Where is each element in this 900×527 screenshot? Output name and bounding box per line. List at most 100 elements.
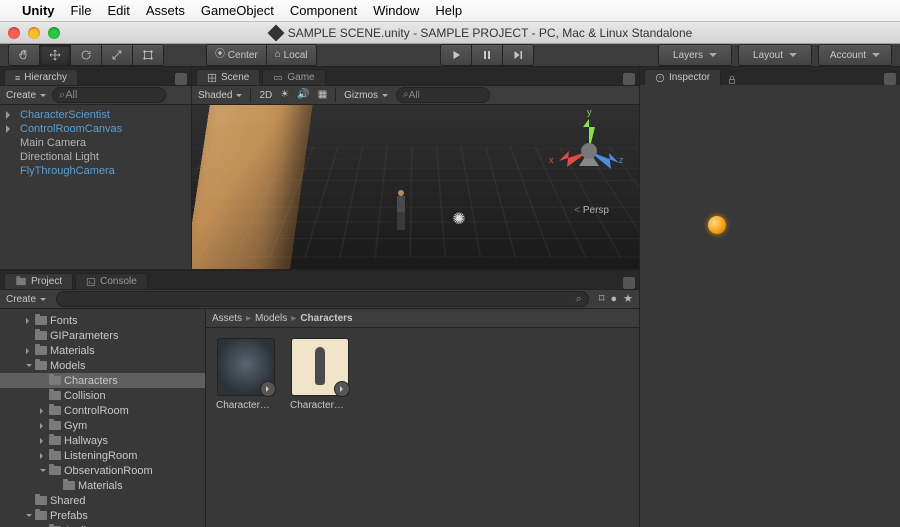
expand-arrow-icon[interactable]: [26, 348, 32, 354]
menu-window[interactable]: Window: [373, 3, 419, 18]
expand-arrow-icon[interactable]: [6, 111, 14, 119]
hierarchy-item[interactable]: FlyThroughCamera: [6, 164, 185, 178]
expand-arrow-icon[interactable]: [40, 469, 46, 475]
menu-unity[interactable]: Unity: [22, 3, 55, 18]
tab-scene-label: Scene: [221, 72, 249, 83]
expand-arrow-icon[interactable]: [26, 514, 32, 520]
menu-gameobject[interactable]: GameObject: [201, 3, 274, 18]
project-tree-item-label: Fonts: [50, 315, 78, 327]
menu-help[interactable]: Help: [435, 3, 462, 18]
breadcrumb-item[interactable]: Characters: [300, 313, 352, 324]
scene-gizmos-dropdown[interactable]: Gizmos: [344, 90, 388, 101]
menu-component[interactable]: Component: [290, 3, 357, 18]
scene-panel: Scene Game Shaded 2D ☀ 🔊 ▦ Gizmos ⌕All: [192, 67, 639, 269]
orientation-gizmo[interactable]: y x z: [549, 111, 629, 191]
hierarchy-item[interactable]: Main Camera: [6, 136, 185, 150]
hierarchy-item[interactable]: Directional Light: [6, 150, 185, 164]
move-tool-button[interactable]: [39, 44, 70, 66]
expand-arrow-icon[interactable]: [40, 423, 46, 429]
menu-file[interactable]: File: [71, 3, 92, 18]
tab-game[interactable]: Game: [262, 69, 325, 85]
lock-icon[interactable]: [727, 75, 737, 85]
menu-assets[interactable]: Assets: [146, 3, 185, 18]
hierarchy-item[interactable]: ControlRoomCanvas: [6, 122, 185, 136]
scene-shading-dropdown[interactable]: Shaded: [198, 90, 242, 101]
project-tree-item[interactable]: Collision: [0, 388, 205, 403]
panel-menu-icon[interactable]: [175, 73, 187, 85]
scene-fx-toggle[interactable]: ▦: [318, 90, 327, 100]
folder-icon: [49, 466, 61, 475]
favorite-icon[interactable]: ★: [623, 294, 633, 305]
tab-inspector[interactable]: Inspector: [644, 69, 721, 85]
minimize-window-button[interactable]: [28, 27, 40, 39]
asset-play-icon[interactable]: [260, 381, 276, 397]
breadcrumb-item[interactable]: Models: [255, 313, 287, 324]
scene-projection-label[interactable]: Persp: [574, 205, 609, 216]
window-title: SAMPLE SCENE.unity - SAMPLE PROJECT - PC…: [288, 26, 693, 40]
scene-2d-toggle[interactable]: 2D: [259, 90, 272, 101]
tab-scene[interactable]: Scene: [196, 69, 260, 85]
play-button[interactable]: [440, 44, 471, 66]
panel-menu-icon[interactable]: [623, 277, 635, 289]
project-tree-item[interactable]: Shared: [0, 493, 205, 508]
pause-button[interactable]: [471, 44, 502, 66]
expand-arrow-icon[interactable]: [26, 364, 32, 370]
project-search-input[interactable]: ⌕: [56, 291, 589, 307]
hierarchy-search-input[interactable]: ⌕All: [52, 87, 166, 103]
folder-icon: [35, 511, 47, 520]
zoom-window-button[interactable]: [48, 27, 60, 39]
expand-arrow-icon[interactable]: [6, 125, 14, 133]
scene-lighting-toggle[interactable]: ☀: [280, 90, 289, 100]
expand-arrow-icon[interactable]: [40, 408, 46, 414]
asset-item[interactable]: CharacterSci...: [290, 338, 350, 517]
breadcrumb-item[interactable]: Assets: [212, 313, 242, 324]
scene-viewport[interactable]: ✺ y x z: [192, 105, 639, 269]
expand-arrow-icon[interactable]: [26, 318, 32, 324]
project-tree-item[interactable]: ControlRoom: [0, 403, 205, 418]
filter-by-label-icon[interactable]: ●: [610, 294, 617, 305]
expand-arrow-icon[interactable]: [40, 438, 46, 444]
filter-by-type-icon[interactable]: ⌑: [599, 294, 605, 305]
scale-tool-button[interactable]: [101, 44, 132, 66]
project-tree-item[interactable]: ObservationRoom: [0, 463, 205, 478]
expand-arrow-icon[interactable]: [40, 453, 46, 459]
rotate-tool-button[interactable]: [70, 44, 101, 66]
hierarchy-create-dropdown[interactable]: Create: [6, 90, 46, 101]
scene-audio-toggle[interactable]: 🔊: [297, 90, 309, 100]
project-tree-item[interactable]: Fonts: [0, 313, 205, 328]
window-titlebar: SAMPLE SCENE.unity - SAMPLE PROJECT - PC…: [0, 22, 900, 44]
hierarchy-item[interactable]: CharacterScientist: [6, 108, 185, 122]
tab-console[interactable]: Console: [75, 273, 148, 289]
asset-play-icon[interactable]: [334, 381, 350, 397]
scene-character: [392, 190, 410, 232]
project-tree-item[interactable]: Materials: [0, 343, 205, 358]
pivot-local-button[interactable]: ⌂ Local: [266, 44, 317, 66]
window-controls: [8, 27, 60, 39]
hand-tool-button[interactable]: [8, 44, 39, 66]
project-tree-item[interactable]: Audio: [0, 523, 205, 527]
layout-dropdown[interactable]: Layout: [738, 44, 812, 66]
step-button[interactable]: [502, 44, 534, 66]
project-tree-item[interactable]: GIParameters: [0, 328, 205, 343]
project-tree-item[interactable]: Prefabs: [0, 508, 205, 523]
project-tree-item[interactable]: Characters: [0, 373, 205, 388]
account-dropdown[interactable]: Account: [818, 44, 892, 66]
project-tree-item[interactable]: Materials: [0, 478, 205, 493]
project-create-dropdown[interactable]: Create: [6, 294, 46, 305]
project-breadcrumb: Assets▸Models▸Characters: [206, 309, 639, 328]
project-tree-item[interactable]: Models: [0, 358, 205, 373]
layers-dropdown[interactable]: Layers: [658, 44, 732, 66]
scene-search-input[interactable]: ⌕All: [396, 87, 490, 103]
asset-item[interactable]: CharacterBu...: [216, 338, 276, 517]
panel-menu-icon[interactable]: [623, 73, 635, 85]
project-tree-item[interactable]: Hallways: [0, 433, 205, 448]
menu-edit[interactable]: Edit: [107, 3, 129, 18]
tab-hierarchy[interactable]: ≡Hierarchy: [4, 69, 78, 85]
rect-tool-button[interactable]: [132, 44, 164, 66]
pivot-center-button[interactable]: ⦿ Center: [206, 44, 266, 66]
project-tree-item[interactable]: ListeningRoom: [0, 448, 205, 463]
project-tree-item[interactable]: Gym: [0, 418, 205, 433]
panel-menu-icon[interactable]: [884, 73, 896, 85]
close-window-button[interactable]: [8, 27, 20, 39]
tab-project[interactable]: Project: [4, 273, 73, 289]
